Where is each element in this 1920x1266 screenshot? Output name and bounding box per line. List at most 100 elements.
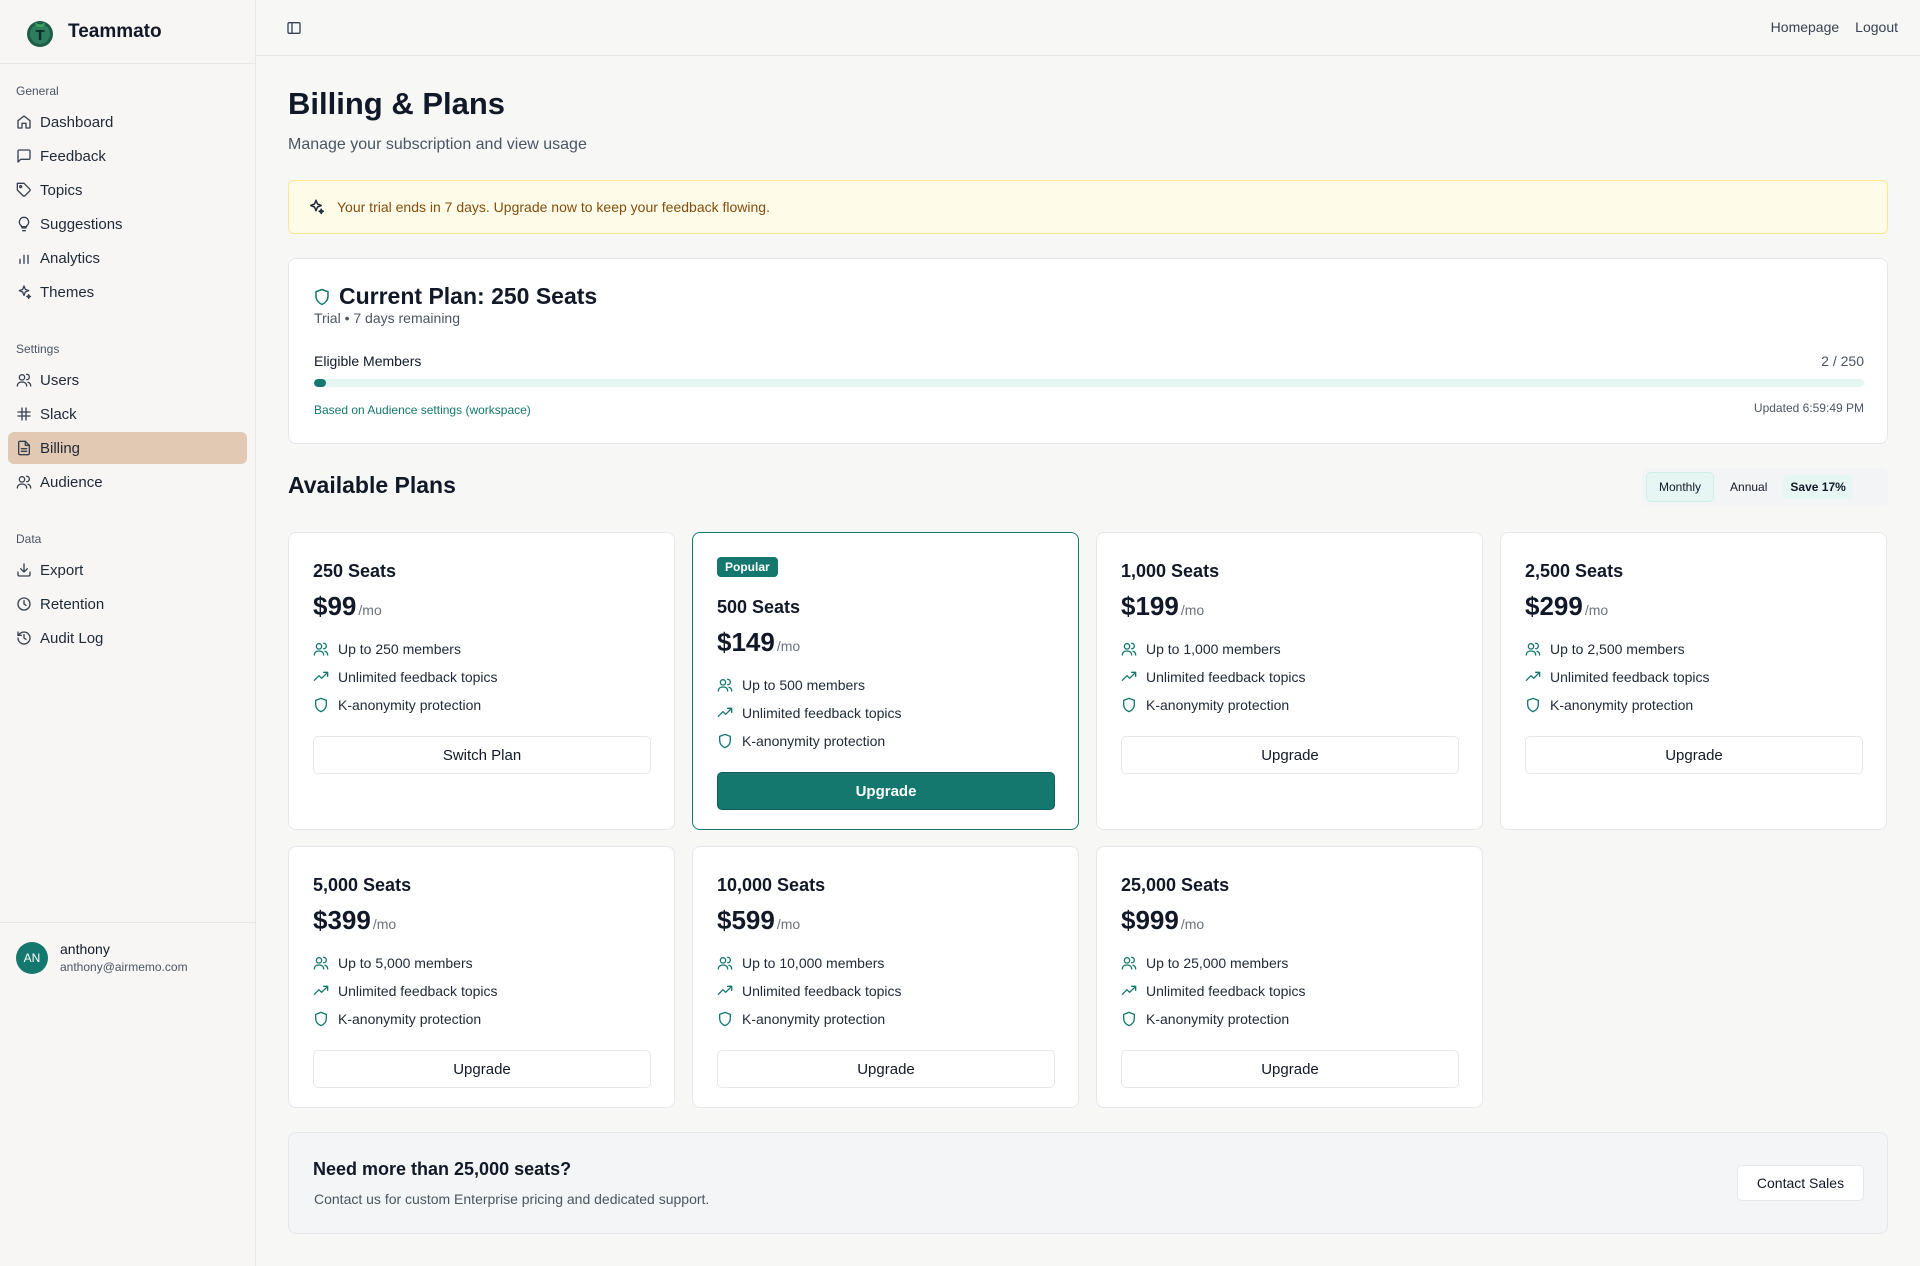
upgrade-button[interactable]: Upgrade	[1121, 736, 1459, 774]
nav-group-data: Data Export Retention Audit Log	[0, 512, 255, 654]
sidebar-item-label: Audience	[40, 473, 103, 491]
plan-feature: Up to 500 members	[717, 677, 865, 693]
nav-group-general: General Dashboard Feedback Topics Sugges…	[0, 64, 255, 308]
members-progress-bar	[314, 379, 1864, 387]
slack-icon	[17, 407, 31, 421]
sidebar-item-label: Suggestions	[40, 215, 123, 233]
sidebar-item-feedback[interactable]: Feedback	[8, 140, 247, 172]
plan-feature: Unlimited feedback topics	[1121, 983, 1306, 999]
lightbulb-icon	[18, 216, 30, 232]
plan-feature-text: Up to 1,000 members	[1146, 641, 1281, 657]
topbar: Homepage Logout	[256, 0, 1920, 56]
sidebar-item-suggestions[interactable]: Suggestions	[8, 208, 247, 240]
per-month-label: /mo	[1180, 602, 1205, 618]
per-month-label: /mo	[776, 638, 801, 654]
plan-feature-text: Unlimited feedback topics	[742, 705, 902, 721]
upgrade-button[interactable]: Upgrade	[1121, 1050, 1459, 1088]
brand[interactable]: T Teammato	[0, 0, 255, 64]
current-plan-card: Current Plan: 250 Seats Trial • 7 days r…	[288, 258, 1888, 444]
plan-feature-text: Unlimited feedback topics	[1146, 669, 1306, 685]
upgrade-button[interactable]: Upgrade	[717, 772, 1055, 810]
plan-feature: K-anonymity protection	[1121, 697, 1289, 713]
sidebar-item-label: Export	[40, 561, 84, 579]
sidebar: T Teammato General Dashboard Feedback To…	[0, 0, 256, 1266]
per-month-label: /mo	[372, 916, 397, 932]
users-icon	[313, 956, 329, 970]
users-icon	[1121, 956, 1137, 970]
current-plan-title-text: Current Plan: 250 Seats	[339, 283, 598, 309]
upgrade-button[interactable]: Upgrade	[313, 1050, 651, 1088]
logout-link[interactable]: Logout	[1855, 19, 1898, 35]
trial-banner: Your trial ends in 7 days. Upgrade now t…	[288, 180, 1888, 234]
plan-name: 25,000 Seats	[1121, 875, 1230, 895]
monthly-option[interactable]: Monthly	[1646, 472, 1715, 502]
plan-feature: K-anonymity protection	[1525, 697, 1693, 713]
trending-up-icon	[1121, 985, 1137, 995]
enterprise-subtitle: Contact us for custom Enterprise pricing…	[314, 1191, 710, 1207]
popular-badge: Popular	[717, 557, 778, 577]
plan-feature: Up to 10,000 members	[717, 955, 884, 971]
users-icon	[1121, 642, 1137, 656]
plan-feature-text: K-anonymity protection	[742, 733, 886, 749]
plan-feature: Unlimited feedback topics	[717, 983, 902, 999]
home-icon	[17, 115, 31, 129]
sidebar-item-label: Dashboard	[40, 113, 114, 131]
trending-up-icon	[1525, 671, 1541, 681]
plan-feature: K-anonymity protection	[313, 697, 481, 713]
sidebar-item-audit-log[interactable]: Audit Log	[8, 622, 247, 654]
shield-icon	[315, 697, 327, 713]
user-profile[interactable]: AN anthony anthony@airmemo.com	[0, 922, 256, 992]
sidebar-item-label: Topics	[40, 181, 83, 199]
save-badge: Save 17%	[1783, 475, 1853, 499]
plan-feature-text: Unlimited feedback topics	[1550, 669, 1710, 685]
sidebar-item-analytics[interactable]: Analytics	[8, 242, 247, 274]
audience-settings-note[interactable]: Based on Audience settings (workspace)	[314, 403, 531, 417]
contact-sales-button[interactable]: Contact Sales	[1737, 1165, 1864, 1201]
tomato-logo-icon: T	[27, 20, 53, 47]
switch-plan-button[interactable]: Switch Plan	[313, 736, 651, 774]
plan-price-value: $299	[1525, 591, 1583, 621]
sidebar-item-label: Retention	[40, 595, 105, 613]
users-icon	[717, 678, 733, 692]
plan-feature-text: K-anonymity protection	[742, 1011, 886, 1027]
plan-price-value: $149	[717, 627, 775, 657]
shield-icon	[315, 1011, 327, 1027]
sidebar-item-slack[interactable]: Slack	[8, 398, 247, 430]
sparkles-icon	[18, 285, 32, 300]
plan-feature-text: K-anonymity protection	[338, 697, 482, 713]
nav-group-label: Data	[16, 532, 42, 546]
sidebar-item-export[interactable]: Export	[8, 554, 247, 586]
sparkles-icon	[310, 199, 325, 215]
plan-feature: K-anonymity protection	[313, 1011, 481, 1027]
sidebar-item-topics[interactable]: Topics	[8, 174, 247, 206]
sidebar-item-audience[interactable]: Audience	[8, 466, 247, 498]
sidebar-item-label: Audit Log	[40, 629, 104, 647]
sidebar-item-dashboard[interactable]: Dashboard	[8, 106, 247, 138]
avatar: AN	[16, 941, 48, 974]
plan-card-5000: 5,000 Seats $399/mo Up to 5,000 members …	[288, 846, 675, 1108]
plan-feature: Unlimited feedback topics	[313, 669, 498, 685]
plan-name: 2,500 Seats	[1525, 561, 1624, 581]
sidebar-item-label: Analytics	[40, 249, 101, 267]
sidebar-toggle-icon[interactable]	[286, 20, 302, 36]
message-square-icon	[17, 149, 31, 163]
upgrade-button[interactable]: Upgrade	[717, 1050, 1055, 1088]
upgrade-button[interactable]: Upgrade	[1525, 736, 1863, 774]
sidebar-item-label: Users	[40, 371, 80, 389]
sidebar-item-billing[interactable]: Billing	[8, 432, 247, 464]
homepage-link[interactable]: Homepage	[1771, 19, 1840, 35]
trending-up-icon	[313, 985, 329, 995]
plan-price: $999/mo	[1121, 905, 1204, 936]
plan-feature-text: Up to 25,000 members	[1146, 955, 1289, 971]
nav-group-label: Settings	[16, 342, 60, 356]
sidebar-item-users[interactable]: Users	[8, 364, 247, 396]
plan-feature-text: Up to 5,000 members	[338, 955, 473, 971]
plan-feature: Unlimited feedback topics	[1525, 669, 1710, 685]
plan-price: $99/mo	[313, 591, 382, 622]
sidebar-item-themes[interactable]: Themes	[8, 276, 247, 308]
current-plan-status: Trial • 7 days remaining	[314, 310, 460, 326]
annual-option[interactable]: Annual	[1718, 472, 1779, 502]
plan-price: $399/mo	[313, 905, 396, 936]
plan-card-500: Popular 500 Seats $149/mo Up to 500 memb…	[692, 532, 1079, 830]
sidebar-item-retention[interactable]: Retention	[8, 588, 247, 620]
